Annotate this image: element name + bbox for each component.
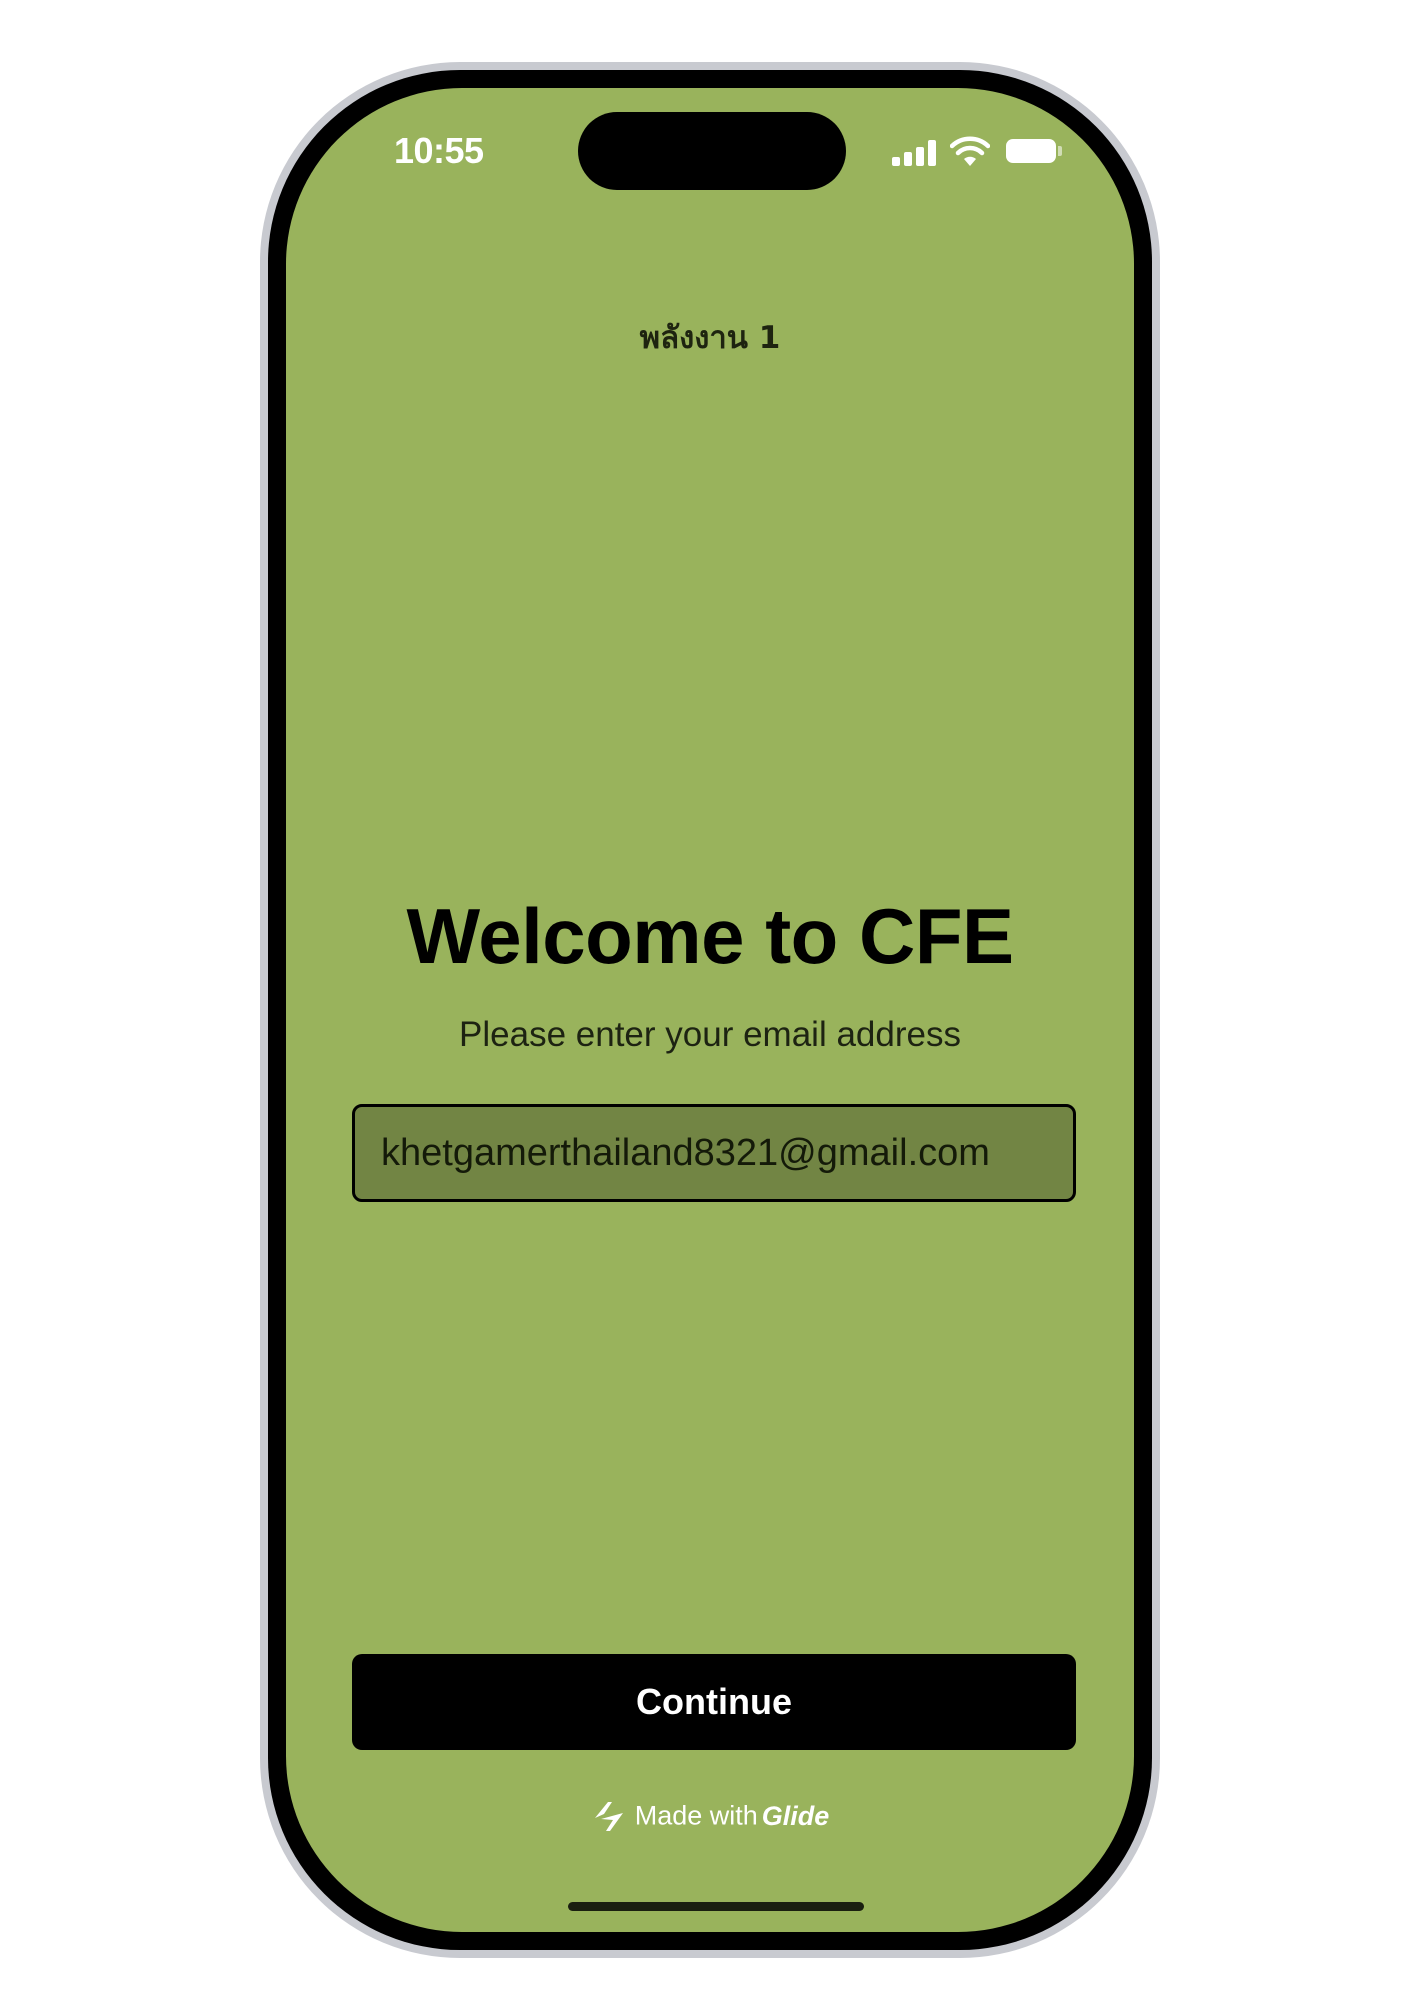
welcome-heading: Welcome to CFE <box>406 892 1014 980</box>
glide-brand: Glide <box>761 1800 830 1831</box>
continue-button[interactable]: Continue <box>352 1654 1076 1750</box>
page: 10:55 พลังงาน 1 Welcome to CFE Please en… <box>0 0 1414 2000</box>
battery-icon <box>1006 139 1056 163</box>
phone-screen: 10:55 พลังงาน 1 Welcome to CFE Please en… <box>286 88 1134 1932</box>
status-time: 10:55 <box>394 130 484 171</box>
glide-logo-icon <box>594 1802 623 1831</box>
made-with-glide-link[interactable]: Made with Glide <box>286 1798 1134 1834</box>
made-with-label: Made with <box>634 1800 758 1831</box>
email-prompt: Please enter your email address <box>459 1015 961 1054</box>
battery-cap <box>1058 146 1062 156</box>
app-title: พลังงาน 1 <box>639 320 781 356</box>
email-field[interactable] <box>352 1104 1076 1202</box>
home-indicator <box>568 1902 864 1911</box>
cellular-signal-icon <box>892 140 936 166</box>
dynamic-island <box>578 112 846 190</box>
wifi-icon <box>950 136 990 166</box>
